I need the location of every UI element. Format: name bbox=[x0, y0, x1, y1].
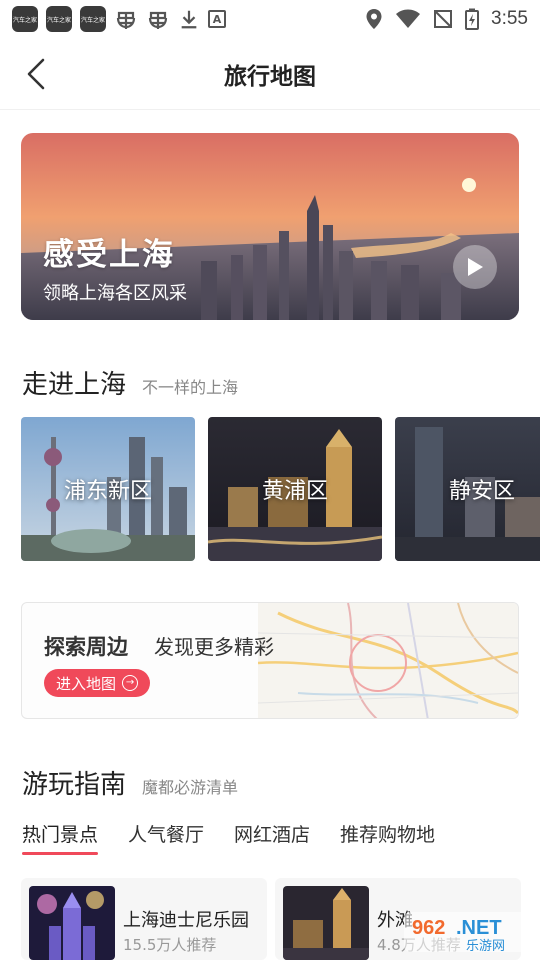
district-label: 黄浦区 bbox=[261, 479, 328, 504]
tab-shopping[interactable]: 推荐购物地 bbox=[340, 820, 435, 855]
svg-text:乐游网: 乐游网 bbox=[466, 939, 505, 954]
attraction-name: 上海迪士尼乐园 bbox=[123, 910, 249, 931]
guide-section-header: 游玩指南 魔都必游清单 bbox=[22, 764, 238, 801]
section-subtitle: 魔都必游清单 bbox=[142, 778, 239, 797]
play-video-button[interactable] bbox=[453, 245, 497, 289]
keyboard-a-icon: A bbox=[208, 10, 226, 28]
district-card-jingan[interactable]: 静安区 bbox=[395, 417, 540, 561]
location-icon bbox=[366, 9, 382, 29]
district-card-huangpu[interactable]: 黄浦区 bbox=[208, 417, 382, 561]
attraction-card[interactable]: 上海迪士尼乐园 15.5万人推荐 bbox=[21, 878, 267, 960]
bug-icon bbox=[116, 11, 136, 29]
explore-nearby-card[interactable]: 探索周边 发现更多精彩 进入地图 → bbox=[21, 602, 519, 719]
bug-icon bbox=[148, 11, 168, 29]
disneyland-thumbnail bbox=[29, 886, 115, 960]
play-icon bbox=[468, 258, 483, 276]
battery-charging-icon bbox=[465, 8, 480, 30]
tab-trendy-hotels[interactable]: 网红酒店 bbox=[234, 820, 310, 855]
section-title: 游玩指南 bbox=[22, 770, 127, 800]
app-icon-label: 汽车之家 bbox=[12, 16, 37, 24]
chevron-left-icon bbox=[27, 58, 45, 90]
map-preview bbox=[258, 603, 518, 718]
hero-title: 感受上海 bbox=[43, 237, 175, 273]
section-subtitle: 不一样的上海 bbox=[142, 378, 239, 397]
clock: 3:55 bbox=[491, 8, 528, 29]
962-watermark-logo: 962 .NET 乐游网 bbox=[404, 912, 532, 954]
section-title: 走进上海 bbox=[22, 370, 127, 400]
page-title: 旅行地图 bbox=[224, 63, 316, 90]
districts-section-header: 走进上海 不一样的上海 bbox=[22, 364, 238, 401]
enter-map-button[interactable]: 进入地图 → bbox=[44, 669, 151, 697]
tab-hot-attractions[interactable]: 热门景点 bbox=[22, 820, 99, 855]
autohome-app-icon: 汽车之家 bbox=[46, 6, 72, 32]
explore-subtitle: 发现更多精彩 bbox=[154, 635, 274, 659]
tab-popular-restaurants[interactable]: 人气餐厅 bbox=[128, 820, 204, 855]
top-nav-bar: 旅行地图 bbox=[0, 38, 540, 110]
autohome-app-icon: 汽车之家 bbox=[12, 6, 38, 32]
no-signal-icon bbox=[434, 10, 453, 28]
district-label: 浦东新区 bbox=[63, 479, 152, 504]
district-card-pudong[interactable]: 浦东新区 bbox=[21, 417, 195, 561]
district-label: 静安区 bbox=[448, 479, 515, 504]
status-bar: 汽车之家 汽车之家 汽车之家 A 3:55 bbox=[0, 0, 540, 38]
svg-text:.NET: .NET bbox=[456, 917, 502, 939]
wifi-icon bbox=[396, 9, 421, 28]
back-button[interactable] bbox=[18, 56, 54, 92]
bund-thumbnail bbox=[283, 886, 369, 960]
hero-banner[interactable]: 感受上海 领略上海各区风采 bbox=[21, 133, 519, 320]
enter-map-label: 进入地图 bbox=[56, 674, 117, 693]
app-icon-label: 汽车之家 bbox=[46, 16, 71, 24]
arrow-right-icon: → bbox=[122, 675, 139, 691]
notification-icons: 汽车之家 汽车之家 汽车之家 A bbox=[12, 6, 226, 32]
svg-text:962: 962 bbox=[412, 917, 445, 939]
app-icon-label: 汽车之家 bbox=[80, 16, 105, 24]
guide-tabs: 热门景点 人气餐厅 网红酒店 推荐购物地 bbox=[22, 820, 435, 855]
recommend-count: 15.5万人推荐 bbox=[123, 936, 217, 954]
hero-subtitle: 领略上海各区风采 bbox=[43, 283, 187, 304]
district-carousel[interactable]: 浦东新区 黄浦区 静安区 bbox=[21, 417, 540, 561]
download-icon bbox=[181, 10, 197, 29]
autohome-app-icon: 汽车之家 bbox=[80, 6, 106, 32]
explore-title: 探索周边 bbox=[44, 635, 128, 659]
